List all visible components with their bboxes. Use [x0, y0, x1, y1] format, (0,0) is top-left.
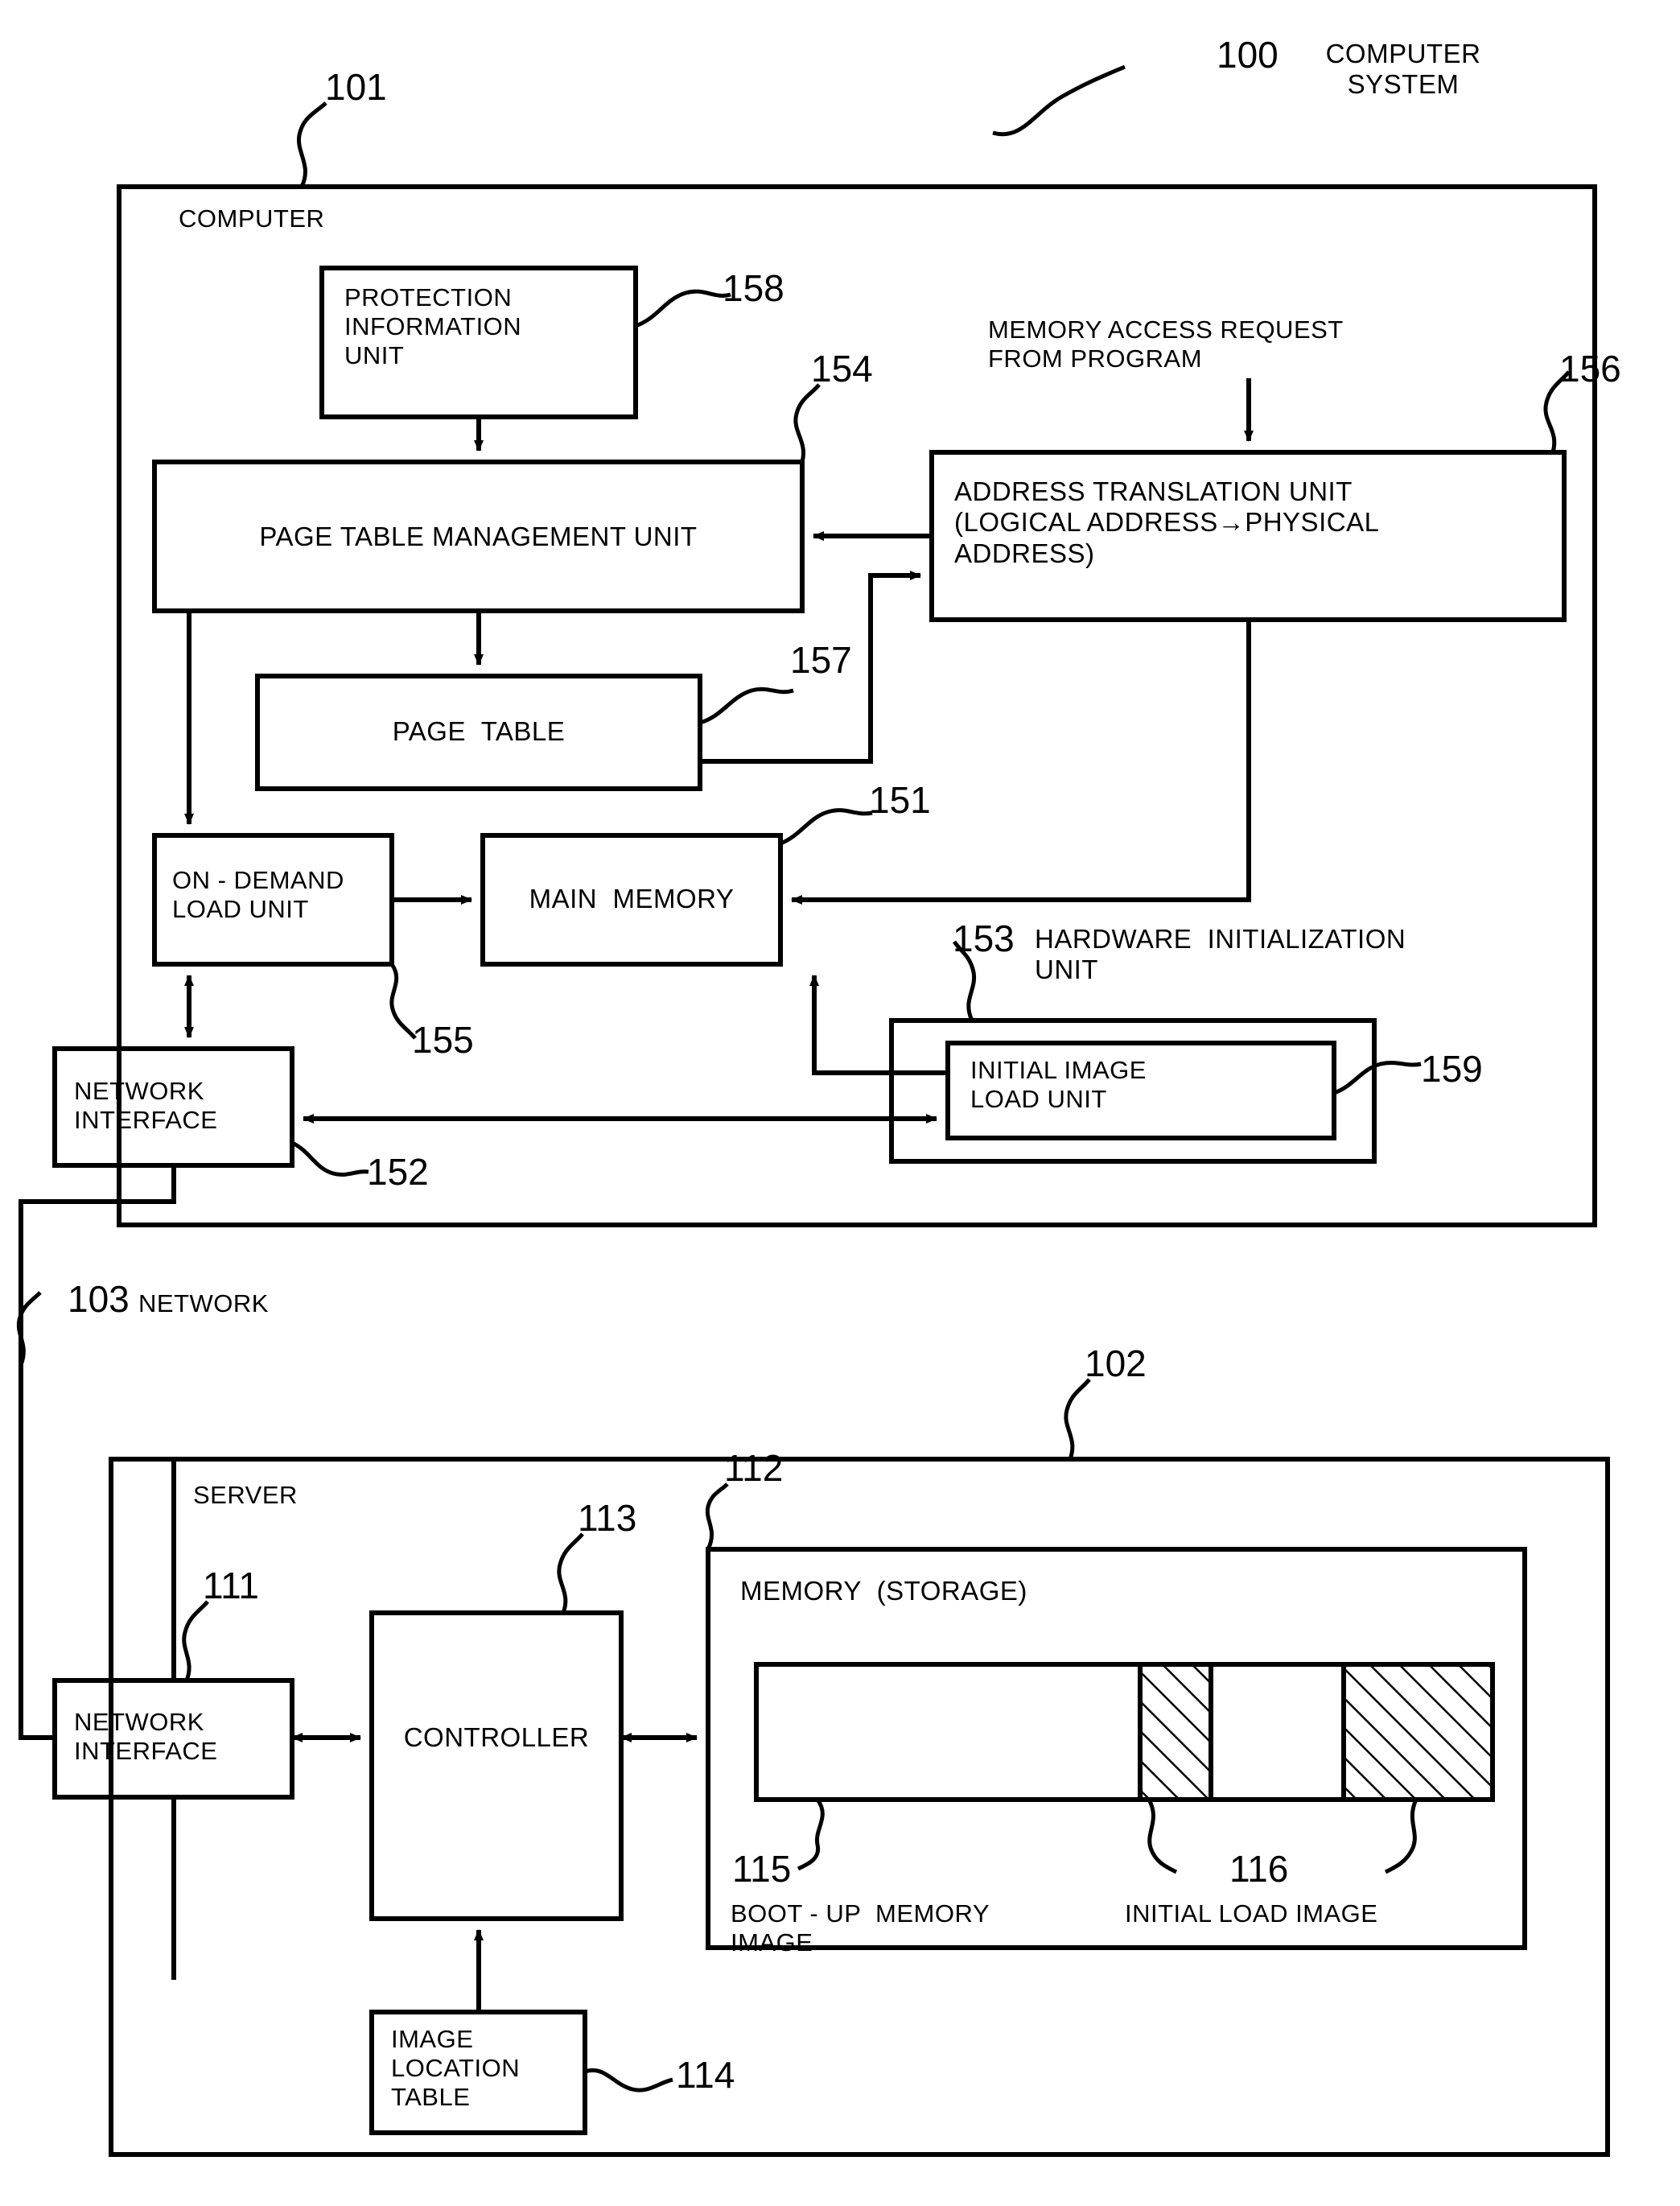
image-location-table-label: IMAGE LOCATION TABLE: [391, 2025, 521, 2111]
ref-112: 112: [724, 1447, 784, 1489]
leader-101: [296, 101, 327, 188]
page-table-label: PAGE TABLE: [392, 716, 566, 746]
protection-information-unit-label: PROTECTION INFORMATION UNIT: [344, 283, 522, 369]
arrow-initial-image-load-to-main-memory: [809, 975, 948, 1075]
network-interface-computer-label: NETWORK INTERFACE: [74, 1077, 218, 1134]
network-interface-server-label: NETWORK INTERFACE: [74, 1708, 218, 1765]
ref-158: 158: [723, 267, 784, 309]
network-label: NETWORK: [138, 1289, 269, 1317]
hardware-initialization-unit-label: HARDWARE INITIALIZATION UNIT: [1035, 924, 1406, 985]
computer-title: COMPUTER: [179, 204, 325, 233]
patent-figure-page: 100 COMPUTER SYSTEM 101 COMPUTER 158 PRO…: [0, 0, 1680, 2206]
ref-157: 157: [790, 639, 852, 681]
leader-151: [780, 808, 873, 846]
leader-111: [182, 1600, 209, 1681]
server-boundary-box: [109, 1457, 1610, 2157]
leader-113: [557, 1532, 584, 1614]
server-title: SERVER: [193, 1481, 298, 1509]
ref-159: 159: [1421, 1048, 1483, 1090]
ref-100: 100: [1217, 34, 1279, 76]
leader-102: [1064, 1378, 1091, 1460]
controller-label: CONTROLLER: [403, 1722, 590, 1752]
leader-157: [699, 687, 794, 725]
controller-box: [369, 1610, 624, 1921]
ref-116: 116: [1229, 1848, 1289, 1890]
ref-101: 101: [325, 66, 387, 108]
boot-up-memory-image-label: BOOT - UP MEMORY IMAGE: [731, 1899, 990, 1957]
ref-154: 154: [811, 348, 873, 390]
ref-155: 155: [412, 1019, 474, 1061]
on-demand-load-unit-label: ON - DEMAND LOAD UNIT: [172, 866, 344, 923]
leader-112: [705, 1482, 729, 1551]
ref-103: 103: [68, 1278, 130, 1320]
page-table-management-unit-label: PAGE TABLE MANAGEMENT UNIT: [259, 522, 698, 551]
ref-152: 152: [367, 1151, 429, 1193]
network-link-line: [19, 1165, 176, 1740]
leader-100: [992, 64, 1126, 137]
diagram-canvas: [16, 64, 1610, 2157]
ref-153: 153: [953, 917, 1015, 959]
ref-102: 102: [1085, 1342, 1147, 1384]
initial-image-load-unit-label: INITIAL IMAGE LOAD UNIT: [970, 1056, 1147, 1113]
ref-151: 151: [869, 779, 931, 821]
memory-block-initial-load-1: [1138, 1662, 1213, 1802]
main-memory-label: MAIN MEMORY: [529, 884, 735, 913]
leader-152: [290, 1140, 369, 1177]
computer-system-label: COMPUTER SYSTEM: [1325, 39, 1481, 100]
address-translation-unit-label: ADDRESS TRANSLATION UNIT (LOGICAL ADDRES…: [954, 476, 1380, 568]
ref-156: 156: [1559, 348, 1621, 390]
initial-load-image-label: INITIAL LOAD IMAGE: [1125, 1899, 1378, 1928]
memory-block-free: [1209, 1662, 1346, 1802]
ref-115: 115: [732, 1848, 792, 1890]
memory-storage-label: MEMORY (STORAGE): [740, 1576, 1027, 1606]
leader-115: [797, 1798, 825, 1871]
leader-116-right: [1384, 1798, 1419, 1874]
leader-116-left: [1147, 1798, 1178, 1874]
leader-114: [584, 2068, 673, 2093]
memory-access-request-label: MEMORY ACCESS REQUEST FROM PROGRAM: [988, 315, 1344, 373]
leader-159: [1333, 1060, 1422, 1095]
leader-154: [793, 383, 821, 463]
ref-113: 113: [578, 1497, 637, 1539]
leader-158: [635, 289, 731, 328]
ref-111: 111: [203, 1565, 259, 1606]
memory-block-boot-up-image: [754, 1662, 1143, 1802]
ref-114: 114: [676, 2054, 735, 2096]
memory-block-initial-load-2: [1341, 1662, 1495, 1802]
